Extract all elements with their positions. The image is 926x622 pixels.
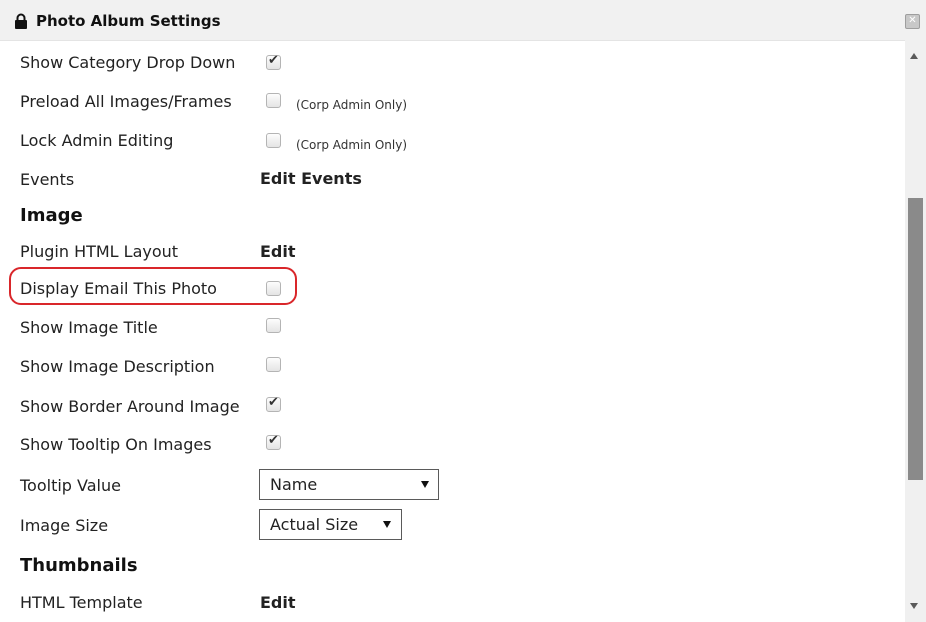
checkmark-icon: ✔ [268,433,279,448]
corp-admin-only-note: (Corp Admin Only) [296,138,407,152]
checkmark-icon: ✔ [268,395,279,410]
edit-plugin-html-layout-link[interactable]: Edit [260,242,296,261]
show-category-drop-down-label: Show Category Drop Down [20,53,236,72]
corp-admin-only-note: (Corp Admin Only) [296,98,407,112]
show-image-description-label: Show Image Description [20,357,215,376]
show-image-title-checkbox[interactable] [266,318,281,333]
plugin-html-layout-label: Plugin HTML Layout [20,242,179,261]
show-tooltip-on-images-label: Show Tooltip On Images [20,435,212,454]
show-category-drop-down-checkbox[interactable]: ✔ [266,53,281,70]
close-icon[interactable]: ✕ [905,14,920,29]
dropdown-arrow-icon [383,521,391,528]
preload-all-images-label: Preload All Images/Frames [20,92,232,111]
html-template-label: HTML Template [20,593,143,612]
tooltip-value-selected: Name [270,475,318,494]
image-size-select[interactable]: Actual Size [259,509,402,540]
show-tooltip-on-images-checkbox[interactable]: ✔ [266,433,281,450]
thumbnails-section-heading: Thumbnails [20,555,138,576]
scroll-down-arrow-icon[interactable] [910,603,918,609]
display-email-this-photo-checkbox[interactable] [266,281,281,296]
scrollbar-thumb[interactable] [908,198,923,480]
lock-icon [15,13,27,29]
show-border-around-image-checkbox[interactable]: ✔ [266,395,281,412]
vertical-scrollbar[interactable] [905,40,926,622]
edit-html-template-link[interactable]: Edit [260,593,296,612]
image-section-heading: Image [20,205,83,226]
checkmark-icon: ✔ [268,53,279,68]
lock-admin-editing-label: Lock Admin Editing [20,131,174,150]
events-label: Events [20,170,75,189]
lock-admin-editing-checkbox[interactable] [266,133,281,148]
dialog-title: Photo Album Settings [36,12,221,30]
dialog-titlebar: Photo Album Settings ✕ [0,0,926,41]
preload-all-images-checkbox[interactable] [266,93,281,108]
edit-events-link[interactable]: Edit Events [260,169,362,188]
image-size-label: Image Size [20,516,109,535]
image-size-selected: Actual Size [270,515,359,534]
show-image-description-checkbox[interactable] [266,357,281,372]
tooltip-value-label: Tooltip Value [20,476,121,495]
show-border-around-image-label: Show Border Around Image [20,397,240,416]
display-email-this-photo-label: Display Email This Photo [20,279,217,298]
show-image-title-label: Show Image Title [20,318,158,337]
scroll-up-arrow-icon[interactable] [910,53,918,59]
dropdown-arrow-icon [421,481,429,488]
tooltip-value-select[interactable]: Name [259,469,439,500]
